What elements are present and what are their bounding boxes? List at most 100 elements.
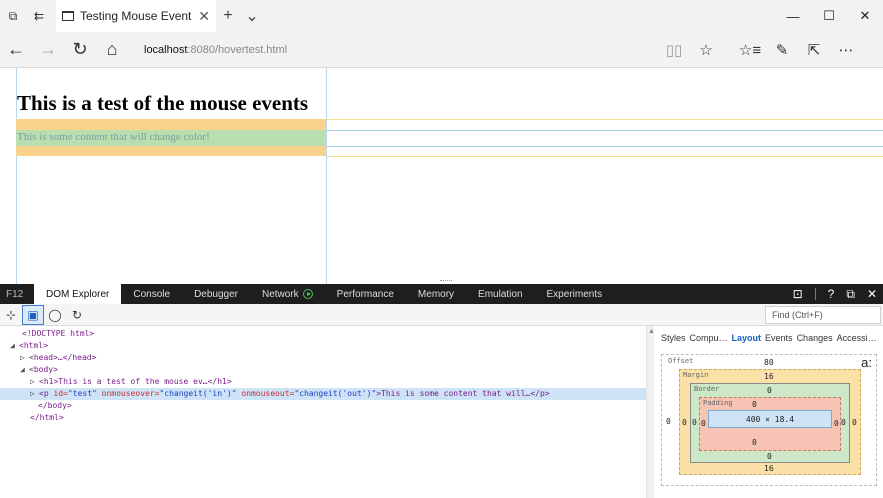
- url-field[interactable]: localhost:8080/hovertest.html: [138, 38, 658, 62]
- margin-left-value[interactable]: 0: [682, 418, 687, 427]
- dom-node[interactable]: ◢ <html>: [0, 340, 646, 352]
- offset-left-value[interactable]: 0: [666, 417, 671, 426]
- close-window-button[interactable]: ✕: [847, 0, 883, 32]
- more-icon[interactable]: ⋯: [830, 34, 862, 66]
- select-element-icon[interactable]: ⊹: [0, 305, 22, 325]
- box-model-margin: Margin 16 0 0 16 Border 0 0 0 0 Padding …: [679, 369, 861, 475]
- url-host: localhost: [144, 43, 188, 56]
- highlight-margin-top: [16, 119, 326, 130]
- collapse-arrow-icon[interactable]: ▷: [20, 352, 29, 364]
- tab-network[interactable]: Network: [250, 284, 325, 304]
- margin-bottom-value[interactable]: 16: [764, 464, 774, 473]
- dom-node[interactable]: ▷ <head>…</head>: [0, 352, 646, 364]
- dom-node[interactable]: ◢ <body>: [0, 364, 646, 376]
- border-left-value[interactable]: 0: [692, 418, 697, 427]
- dom-scrollbar[interactable]: ▲: [646, 326, 655, 498]
- dom-node[interactable]: </body>: [0, 400, 646, 412]
- margin-right-value[interactable]: 0: [852, 418, 857, 427]
- tab-debugger[interactable]: Debugger: [182, 284, 250, 304]
- node-text: >This is some content that will…</p>: [376, 389, 550, 398]
- expand-arrow-icon[interactable]: ◢: [10, 340, 19, 352]
- box-model-padding: Padding 0 0 0 0 400 × 18.4: [699, 397, 841, 451]
- node-text: </html>: [30, 413, 64, 422]
- collapse-arrow-icon[interactable]: ▷: [30, 376, 39, 388]
- find-input[interactable]: Find (Ctrl+F): [765, 305, 881, 324]
- record-icon: [302, 289, 313, 299]
- dom-node-selected[interactable]: ▷ <p id="test" onmouseover="changeit('in'…: [0, 388, 646, 400]
- expand-arrow-icon[interactable]: ◢: [20, 364, 29, 376]
- node-text: <h1>This is a test of the mouse ev…</h1>: [39, 377, 232, 386]
- tab-experiments[interactable]: Experiments: [535, 284, 615, 304]
- close-tab-icon[interactable]: ✕: [198, 8, 210, 25]
- close-devtools-icon[interactable]: ✕: [867, 287, 877, 301]
- set-aside-tabs-icon[interactable]: ⇇: [26, 0, 52, 32]
- tab-memory[interactable]: Memory: [406, 284, 466, 304]
- side-tab-changes[interactable]: Changes: [797, 333, 833, 343]
- border-label: Border: [694, 385, 720, 393]
- new-tab-icon[interactable]: +: [216, 0, 240, 32]
- url-path: :8080/hovertest.html: [187, 43, 288, 56]
- attr-value: "test": [67, 389, 97, 398]
- help-icon[interactable]: ?: [828, 287, 835, 301]
- tab-title: Testing Mouse Events: [80, 9, 193, 23]
- dom-node[interactable]: </html>: [0, 412, 646, 424]
- undock-icon[interactable]: ⧉: [846, 287, 855, 302]
- node-text: </body>: [38, 401, 72, 410]
- offset-label: Offset: [668, 357, 694, 365]
- chevron-down-icon[interactable]: ⌄: [240, 0, 264, 32]
- divider: [814, 288, 816, 300]
- refresh-button[interactable]: ↻: [64, 34, 96, 66]
- maximize-button[interactable]: ☐: [811, 0, 847, 32]
- resize-grip[interactable]: [440, 280, 452, 283]
- padding-bottom-value[interactable]: 0: [752, 438, 757, 447]
- dom-node[interactable]: ▷ <h1>This is a test of the mouse ev…</h1…: [0, 376, 646, 388]
- browser-tab[interactable]: Testing Mouse Events ✕: [56, 0, 216, 32]
- dom-node[interactable]: <!DOCTYPE html>: [0, 328, 646, 340]
- devtools-toolbar: ⊹ ▣ ◯ ↻ Find (Ctrl+F): [0, 304, 883, 326]
- node-text: <body>: [29, 365, 58, 374]
- page-icon: [62, 11, 74, 21]
- collapse-arrow-icon[interactable]: ▷: [30, 388, 39, 400]
- margin-top-value[interactable]: 16: [764, 372, 774, 381]
- border-top-value[interactable]: 0: [767, 386, 772, 395]
- side-tab-accessibility[interactable]: Accessi…: [837, 333, 877, 343]
- forward-button[interactable]: →: [32, 34, 64, 66]
- side-tab-events[interactable]: Events: [765, 333, 793, 343]
- home-button[interactable]: ⌂: [96, 34, 128, 66]
- scroll-up-icon[interactable]: ▲: [648, 328, 655, 335]
- side-tab-layout[interactable]: Layout: [732, 333, 762, 343]
- guide-line: [327, 130, 883, 131]
- padding-left-value[interactable]: 0: [701, 419, 706, 428]
- attr-name: onmouseout=: [241, 389, 295, 398]
- highlight-margin-bottom: [16, 146, 326, 156]
- favorite-star-icon[interactable]: ☆: [690, 34, 722, 66]
- padding-right-value[interactable]: 0: [834, 419, 839, 428]
- page-paragraph[interactable]: This is some content that will change co…: [17, 131, 210, 143]
- page-viewport[interactable]: This is a test of the mouse events This …: [0, 68, 883, 284]
- tab-emulation[interactable]: Emulation: [466, 284, 534, 304]
- tab-dom-explorer[interactable]: DOM Explorer: [34, 284, 122, 304]
- tab-manager-icon[interactable]: ⧉: [0, 0, 26, 32]
- favorites-hub-icon[interactable]: ☆≡: [734, 34, 766, 66]
- border-bottom-value[interactable]: 0: [767, 452, 772, 461]
- border-right-value[interactable]: 0: [841, 418, 846, 427]
- box-model-content[interactable]: 400 × 18.4: [708, 410, 832, 428]
- side-tab-computed[interactable]: Compu…: [690, 333, 728, 343]
- reading-view-icon[interactable]: ▯▯: [658, 34, 690, 66]
- console-toggle-icon[interactable]: ⊡: [793, 287, 803, 301]
- share-icon[interactable]: ⇱: [798, 34, 830, 66]
- padding-top-value[interactable]: 0: [752, 400, 757, 409]
- highlight-element-icon[interactable]: ▣: [22, 304, 44, 325]
- tab-console[interactable]: Console: [121, 284, 182, 304]
- minimize-button[interactable]: —: [775, 0, 811, 32]
- back-button[interactable]: ←: [0, 34, 32, 66]
- tab-performance[interactable]: Performance: [325, 284, 406, 304]
- color-picker-icon[interactable]: ◯: [44, 305, 66, 325]
- offset-top-value[interactable]: 80: [764, 358, 774, 367]
- side-tab-styles[interactable]: Styles: [661, 333, 686, 343]
- web-note-icon[interactable]: ✎: [766, 34, 798, 66]
- guide-line: [326, 68, 327, 284]
- address-bar: ← → ↻ ⌂ localhost:8080/hovertest.html ▯▯…: [0, 32, 883, 68]
- touch-target-icon[interactable]: ↻: [66, 305, 88, 325]
- box-model-offset: Offset 80 a: 0 Margin 16 0 0 16 Border 0…: [661, 354, 877, 486]
